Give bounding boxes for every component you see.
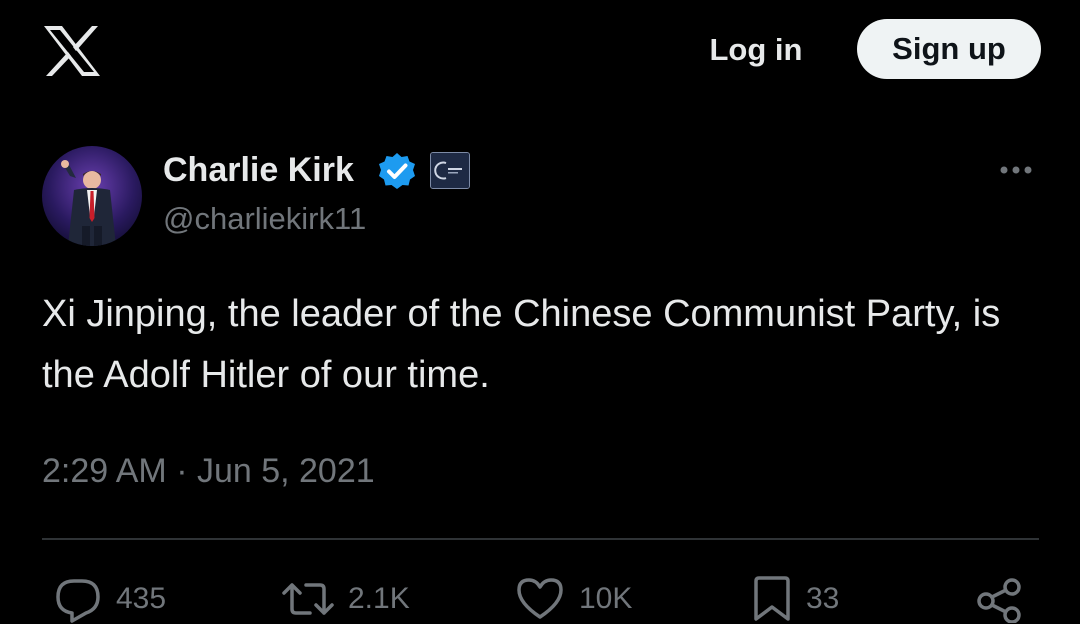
login-button[interactable]: Log in xyxy=(690,24,822,76)
like-button[interactable]: 10K xyxy=(515,574,632,624)
reply-count: 435 xyxy=(116,582,167,615)
avatar[interactable] xyxy=(42,146,142,246)
divider xyxy=(42,538,1039,540)
tweet-timestamp[interactable]: 2:29 AM · Jun 5, 2021 xyxy=(42,448,375,494)
bookmark-icon xyxy=(752,575,792,623)
share-button[interactable] xyxy=(974,574,1024,624)
affiliate-badge-icon[interactable] xyxy=(430,152,470,189)
verified-badge-icon xyxy=(377,151,417,191)
top-bar: Log in Sign up xyxy=(0,0,1080,100)
heart-icon xyxy=(515,575,565,623)
repost-count: 2.1K xyxy=(348,582,410,615)
repost-icon xyxy=(282,575,334,623)
author-handle[interactable]: @charliekirk11 xyxy=(163,197,366,241)
bookmark-button[interactable]: 33 xyxy=(752,574,839,624)
bookmark-count: 33 xyxy=(806,582,840,615)
tweet-text: Xi Jinping, the leader of the Chinese Co… xyxy=(42,293,1001,396)
signup-button[interactable]: Sign up xyxy=(857,19,1041,79)
author-name[interactable]: Charlie Kirk xyxy=(163,148,354,192)
like-count: 10K xyxy=(579,582,633,615)
reply-icon xyxy=(54,575,102,623)
repost-button[interactable]: 2.1K xyxy=(282,574,410,624)
more-horizontal-icon[interactable] xyxy=(996,160,1036,180)
x-logo-icon[interactable] xyxy=(42,24,102,78)
share-icon xyxy=(974,575,1024,623)
reply-button[interactable]: 435 xyxy=(54,574,166,624)
